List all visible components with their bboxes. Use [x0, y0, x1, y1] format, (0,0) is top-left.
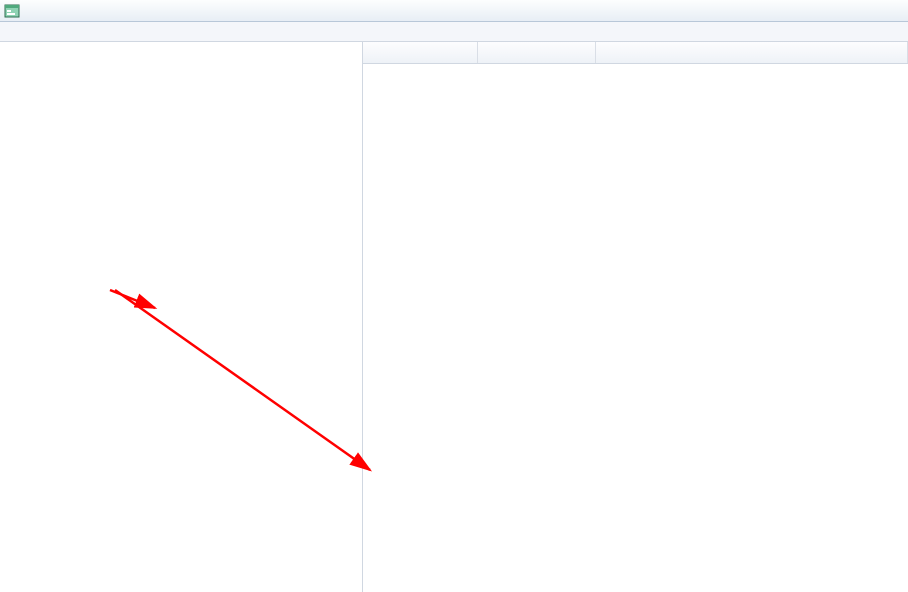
tree-pane[interactable]	[0, 42, 363, 592]
menubar	[0, 22, 908, 42]
col-type[interactable]	[478, 42, 596, 63]
menu-favorites[interactable]	[38, 30, 50, 34]
main-split	[0, 42, 908, 592]
list-pane[interactable]	[363, 42, 908, 592]
col-name[interactable]	[363, 42, 478, 63]
menu-edit[interactable]	[14, 30, 26, 34]
titlebar	[0, 0, 908, 22]
regedit-icon	[4, 3, 20, 19]
menu-view[interactable]	[26, 30, 38, 34]
col-data[interactable]	[596, 42, 908, 63]
menu-help[interactable]	[50, 30, 62, 34]
menu-file[interactable]	[2, 30, 14, 34]
list-header	[363, 42, 908, 64]
